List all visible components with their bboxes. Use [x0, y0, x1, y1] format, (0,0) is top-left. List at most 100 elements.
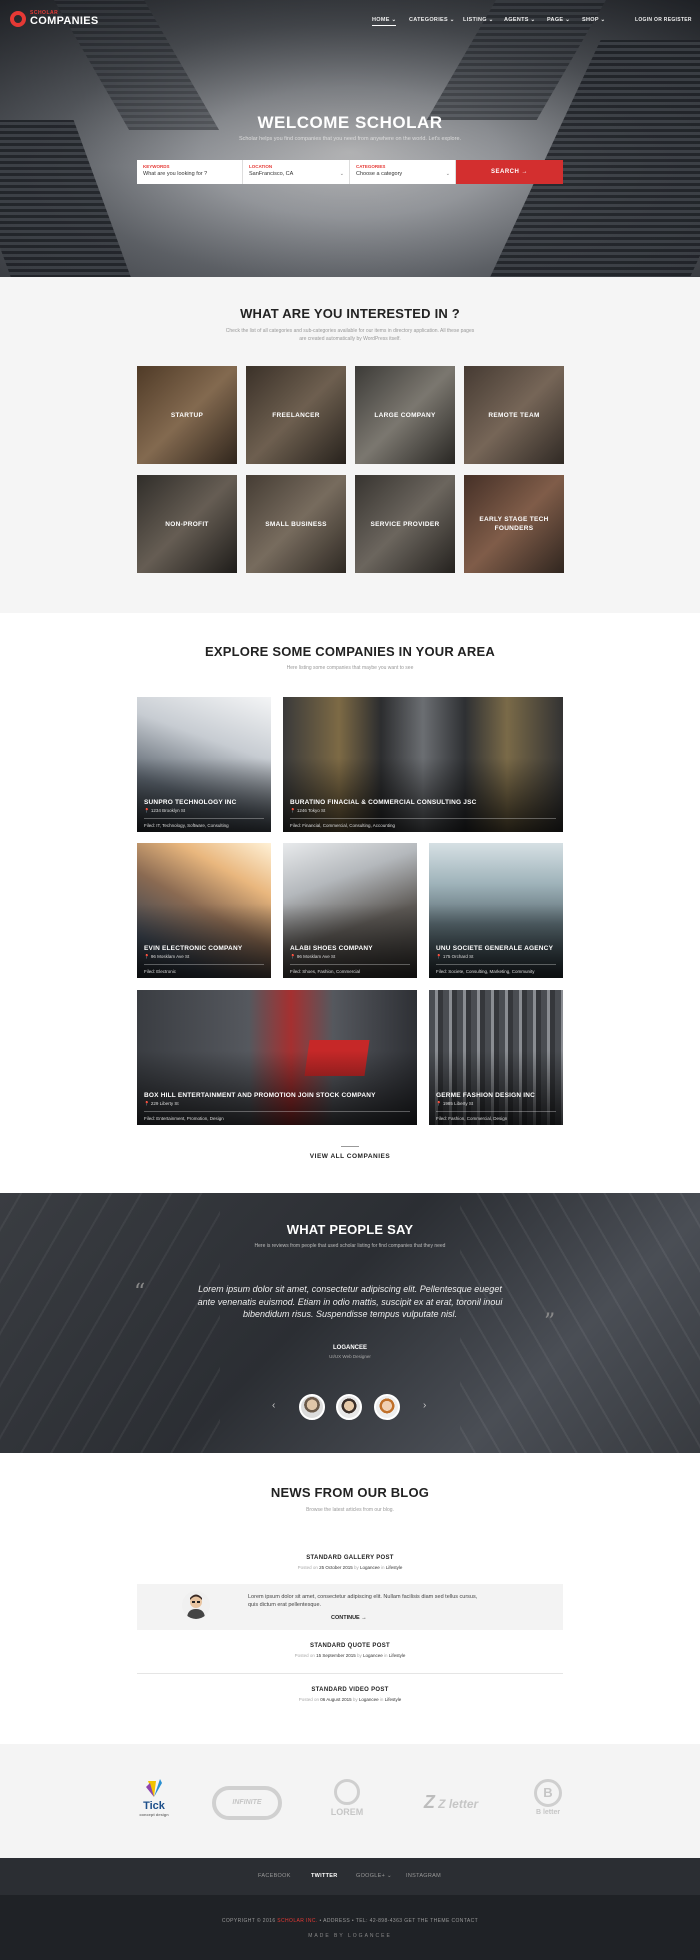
- nav-listing[interactable]: LISTING ⌄: [463, 17, 494, 23]
- chevron-down-icon[interactable]: ⌄: [446, 171, 450, 177]
- category-tile-freelancer[interactable]: FREELANCER: [246, 366, 346, 464]
- company-name[interactable]: GERME FASHION DESIGN INC: [436, 1092, 535, 1099]
- search-bar: KEYWORDS What are you looking for ? LOCA…: [137, 160, 563, 184]
- company-name[interactable]: ALABI SHOES COMPANY: [290, 945, 373, 952]
- keywords-input[interactable]: What are you looking for ?: [143, 171, 236, 177]
- company-address: 📍 1246 Tokyo St: [290, 808, 326, 813]
- post-meta: Posted on 15 September 2015 by Logancee …: [0, 1653, 700, 1658]
- post-author[interactable]: Logancee: [359, 1697, 379, 1702]
- tile-label: SMALL BUSINESS: [265, 520, 327, 528]
- footer-link-google[interactable]: GOOGLE+ ⌄: [356, 1873, 392, 1879]
- in-label: in: [381, 1565, 385, 1570]
- divider: [341, 1146, 359, 1147]
- company-name[interactable]: SUNPRO TECHNOLOGY INC: [144, 799, 237, 806]
- company-card[interactable]: EVIN ELECTRONIC COMPANY 📍 96 Mosklam Ave…: [137, 843, 271, 978]
- post-meta: Posted on 25 October 2015 by Logancee in…: [0, 1565, 700, 1570]
- post-author[interactable]: Logancee: [363, 1653, 383, 1658]
- post-category[interactable]: Lifestyle: [385, 1697, 402, 1702]
- copyright-brand-link[interactable]: SCHOLAR INC.: [277, 1918, 317, 1924]
- login-register-link[interactable]: LOGIN OR REGISTER: [635, 17, 692, 23]
- partner-logo-tick[interactable]: Tick concept design: [134, 1777, 174, 1817]
- company-address: 📍 1985 Liberty St: [436, 1101, 474, 1106]
- posted-label: Posted on: [298, 1697, 320, 1702]
- prev-arrow-icon[interactable]: ‹: [272, 1400, 275, 1411]
- keywords-field[interactable]: KEYWORDS What are you looking for ?: [137, 160, 243, 184]
- company-name[interactable]: BURATINO FINACIAL & COMMERCIAL CONSULTIN…: [290, 799, 477, 806]
- partner-logo-infinite[interactable]: INFINITE: [212, 1786, 282, 1820]
- view-all-companies-link[interactable]: VIEW ALL COMPANIES: [0, 1153, 700, 1160]
- post-date: 06 August 2015: [320, 1697, 352, 1702]
- category-tile-service-provider[interactable]: SERVICE PROVIDER: [355, 475, 455, 573]
- category-tile-small-business[interactable]: SMALL BUSINESS: [246, 475, 346, 573]
- copyright-details: • ADDRESS • TEL: 42-898-4363 GET THE THE…: [317, 1918, 479, 1924]
- blog-subtitle: Browse the latest articles from our blog…: [306, 1507, 394, 1513]
- continue-link[interactable]: CONTINUE →: [331, 1615, 367, 1621]
- lorem-mark-icon: [334, 1779, 360, 1805]
- tile-label: SERVICE PROVIDER: [370, 520, 440, 528]
- category-tile-non-profit[interactable]: NON-PROFIT: [137, 475, 237, 573]
- post-category[interactable]: Lifestyle: [386, 1565, 403, 1570]
- logo-text[interactable]: COMPANIES: [30, 15, 99, 27]
- footer-link-twitter[interactable]: TWITTER: [311, 1873, 338, 1879]
- location-select[interactable]: SanFrancisco, CA: [249, 171, 343, 177]
- company-card[interactable]: BOX HILL ENTERTAINMENT AND PROMOTION JOI…: [137, 990, 417, 1125]
- company-name[interactable]: UNU SOCIETE GENERALE AGENCY: [436, 945, 553, 952]
- post-title[interactable]: STANDARD VIDEO POST: [0, 1687, 700, 1693]
- testimonial-role: UI/UX Web Designer: [329, 1354, 371, 1359]
- nav-shop[interactable]: SHOP ⌄: [582, 17, 605, 23]
- tick-icon: [146, 1779, 162, 1797]
- posted-label: Posted on: [294, 1653, 315, 1658]
- company-card[interactable]: ALABI SHOES COMPANY 📍 96 Mosklam Ave St …: [283, 843, 417, 978]
- blog-title: NEWS FROM OUR BLOG: [270, 1485, 430, 1500]
- nav-agents[interactable]: AGENTS ⌄: [504, 17, 535, 23]
- logo-icon[interactable]: [10, 11, 26, 27]
- category-tile-startup[interactable]: STARTUP: [137, 366, 237, 464]
- testimonials-subtitle: Here is reviews from people that used sc…: [254, 1243, 446, 1249]
- company-card[interactable]: BURATINO FINACIAL & COMMERCIAL CONSULTIN…: [283, 697, 563, 832]
- categories-field[interactable]: CATEGORIES Choose a category ⌄: [350, 160, 456, 184]
- nav-categories[interactable]: CATEGORIES ⌄: [409, 17, 455, 23]
- location-label: LOCATION: [249, 164, 273, 169]
- by-label: by: [356, 1653, 362, 1658]
- chevron-down-icon[interactable]: ⌄: [340, 171, 344, 177]
- categories-select[interactable]: Choose a category: [356, 171, 449, 177]
- company-address: 📍 1234 Brooklyn St: [144, 808, 186, 813]
- next-arrow-icon[interactable]: ›: [423, 1400, 426, 1411]
- post-title[interactable]: STANDARD QUOTE POST: [0, 1643, 700, 1649]
- footer-link-facebook[interactable]: FACEBOOK: [258, 1873, 291, 1879]
- company-card[interactable]: GERME FASHION DESIGN INC 📍 1985 Liberty …: [429, 990, 563, 1125]
- posted-label: Posted on: [297, 1565, 318, 1570]
- category-tile-large-company[interactable]: LARGE COMPANY: [355, 366, 455, 464]
- company-filed: Filed: Entertainment, Promotion, Design: [144, 1111, 410, 1121]
- nav-home[interactable]: HOME ⌄: [372, 17, 397, 26]
- location-field[interactable]: LOCATION SanFrancisco, CA ⌄: [243, 160, 350, 184]
- company-name[interactable]: EVIN ELECTRONIC COMPANY: [144, 945, 242, 952]
- post-author[interactable]: Logancee: [360, 1565, 380, 1570]
- company-address: 📍 229 Liberty St: [144, 1101, 179, 1106]
- testimonial-quote: Lorem ipsum dolor sit amet, consectetur …: [197, 1284, 503, 1319]
- avatar[interactable]: [299, 1394, 325, 1420]
- avatar[interactable]: [336, 1394, 362, 1420]
- post-category[interactable]: Lifestyle: [389, 1653, 406, 1658]
- testimonials-title: WHAT PEOPLE SAY: [286, 1222, 414, 1237]
- footer-link-instagram[interactable]: INSTAGRAM: [406, 1873, 441, 1879]
- partner-logo-zletter[interactable]: Z Z letter: [408, 1792, 494, 1813]
- company-filed: Filed: Financial, Commercial, Consulting…: [290, 818, 556, 828]
- avatar[interactable]: [374, 1394, 400, 1420]
- search-button[interactable]: SEARCH →: [456, 160, 563, 184]
- company-card[interactable]: SUNPRO TECHNOLOGY INC 📍 1234 Brooklyn St…: [137, 697, 271, 832]
- person-icon: [187, 1594, 205, 1619]
- copyright: COPYRIGHT © 2016 SCHOLAR INC. • ADDRESS …: [0, 1918, 700, 1924]
- logo-name: Tick: [143, 1800, 165, 1812]
- partner-logo-lorem[interactable]: LOREM: [322, 1779, 372, 1817]
- post-title[interactable]: STANDARD GALLERY POST: [0, 1555, 700, 1561]
- company-name[interactable]: BOX HILL ENTERTAINMENT AND PROMOTION JOI…: [144, 1092, 376, 1099]
- nav-page[interactable]: PAGE ⌄: [547, 17, 570, 23]
- category-tile-early-stage-tech[interactable]: EARLY STAGE TECH FOUNDERS: [464, 475, 564, 573]
- logo-name: INFINITE: [232, 1799, 262, 1806]
- post-excerpt: Lorem ipsum dolor sit amet, consectetur …: [248, 1594, 478, 1608]
- company-card[interactable]: UNU SOCIETE GENERALE AGENCY 📍 175 Orchar…: [429, 843, 563, 978]
- partner-logo-bletter[interactable]: B B letter: [525, 1779, 571, 1816]
- avatar: [182, 1591, 210, 1619]
- category-tile-remote-team[interactable]: REMOTE TEAM: [464, 366, 564, 464]
